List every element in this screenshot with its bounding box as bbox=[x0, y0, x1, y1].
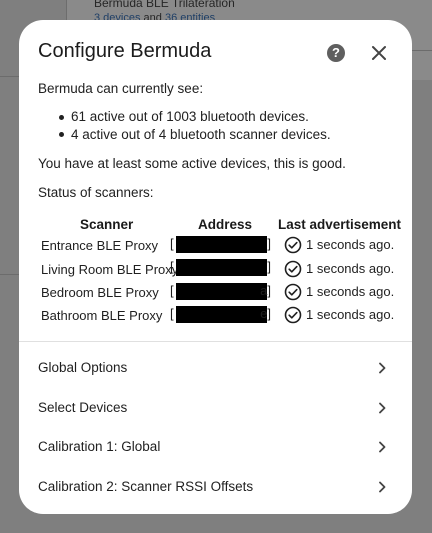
dialog-title: Configure Bermuda bbox=[38, 40, 212, 62]
last-advertisement: 1 seconds ago. bbox=[306, 237, 395, 252]
redaction-box bbox=[176, 306, 267, 323]
menu-item-global-options[interactable]: Global Options bbox=[19, 348, 412, 388]
help-icon[interactable]: ? bbox=[327, 44, 345, 62]
menu-item-calibration-global[interactable]: Calibration 1: Global bbox=[19, 427, 412, 467]
configure-dialog: Configure Bermuda ? Bermuda can currentl… bbox=[19, 20, 412, 514]
column-header-address: Address bbox=[198, 217, 253, 232]
background-divider bbox=[412, 50, 432, 51]
chevron-right-icon bbox=[375, 361, 389, 375]
scanner-name: Living Room BLE Proxy bbox=[41, 262, 179, 277]
scanner-name: Entrance BLE Proxy bbox=[41, 238, 159, 253]
chevron-right-icon bbox=[375, 401, 389, 415]
background-divider bbox=[0, 76, 19, 77]
menu-item-calibration-rssi-offsets[interactable]: Calibration 2: Scanner RSSI Offsets bbox=[19, 467, 412, 507]
menu-item-label: Calibration 2: Scanner RSSI Offsets bbox=[38, 479, 254, 494]
last-advertisement: 1 seconds ago. bbox=[306, 307, 395, 322]
address-bracket-open: [ bbox=[170, 283, 174, 298]
check-circle-icon bbox=[284, 260, 302, 278]
menu-item-select-devices[interactable]: Select Devices bbox=[19, 388, 412, 428]
dialog-header: Configure Bermuda ? bbox=[19, 20, 412, 82]
intro-text: Bermuda can currently see: bbox=[38, 81, 204, 96]
close-icon[interactable] bbox=[370, 44, 388, 62]
address-bracket-open: [ bbox=[170, 306, 174, 321]
menu-item-label: Global Options bbox=[38, 360, 128, 375]
chevron-right-icon bbox=[375, 480, 389, 494]
scanners-heading: Status of scanners: bbox=[38, 185, 154, 200]
chevron-right-icon bbox=[375, 440, 389, 454]
bullet-devices: 61 active out of 1003 bluetooth devices. bbox=[71, 109, 309, 124]
scanner-address-redacted: [ ] bbox=[170, 259, 271, 277]
column-header-scanner: Scanner bbox=[80, 217, 134, 232]
scanner-address-redacted: [ ] bbox=[170, 236, 271, 254]
menu-item-label: Calibration 1: Global bbox=[38, 439, 161, 454]
redaction-box bbox=[176, 259, 267, 276]
bullet-scanners: 4 active out of 4 bluetooth scanner devi… bbox=[71, 127, 331, 142]
menu-item-label: Select Devices bbox=[38, 400, 128, 415]
column-header-last-advertisement: Last advertisement bbox=[278, 217, 402, 232]
check-circle-icon bbox=[284, 236, 302, 254]
section-divider bbox=[19, 341, 412, 342]
address-bracket-open: [ bbox=[170, 259, 174, 274]
address-bracket-close: a] bbox=[260, 283, 271, 298]
last-advertisement: 1 seconds ago. bbox=[306, 284, 395, 299]
address-bracket-close: ] bbox=[267, 236, 271, 251]
address-bracket-open: [ bbox=[170, 236, 174, 251]
scanner-address-redacted: [ e] bbox=[170, 306, 271, 324]
bullet-dot bbox=[59, 132, 64, 137]
scanner-address-redacted: [ a] bbox=[170, 283, 271, 301]
redaction-box bbox=[176, 283, 267, 300]
check-circle-icon bbox=[284, 306, 302, 324]
background-divider bbox=[0, 274, 19, 275]
check-circle-icon bbox=[284, 283, 302, 301]
background-integration-title: Bermuda BLE Trilateration bbox=[94, 0, 235, 10]
last-advertisement: 1 seconds ago. bbox=[306, 261, 395, 276]
redaction-box bbox=[176, 236, 267, 253]
bullet-dot bbox=[59, 115, 64, 120]
scanner-name: Bathroom BLE Proxy bbox=[41, 308, 163, 323]
address-bracket-close: ] bbox=[267, 259, 271, 274]
status-message: You have at least some active devices, t… bbox=[38, 156, 346, 171]
scanner-name: Bedroom BLE Proxy bbox=[41, 285, 159, 300]
address-bracket-close: e] bbox=[260, 306, 271, 321]
